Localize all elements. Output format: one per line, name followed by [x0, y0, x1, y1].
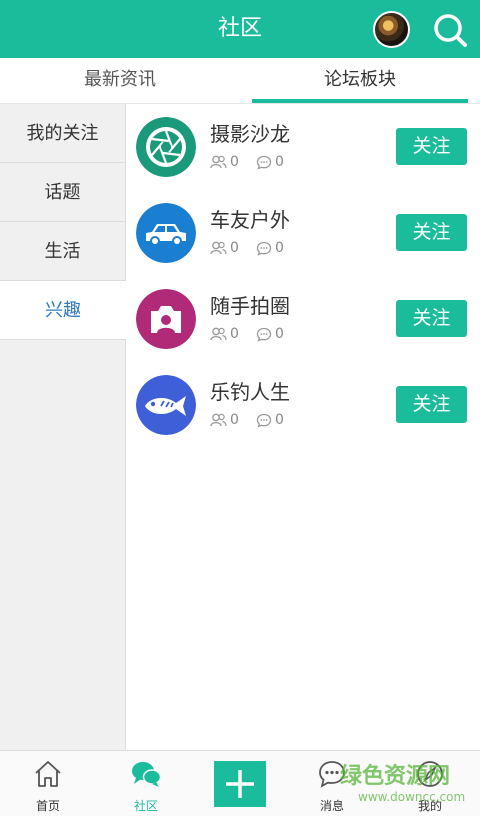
camera-aperture-icon — [136, 117, 196, 177]
car-icon — [136, 203, 196, 263]
member-count: 0 — [210, 240, 239, 256]
watermark-url: www.downcc.com — [358, 790, 466, 804]
member-count: 0 — [210, 412, 239, 428]
follow-button[interactable]: 关注 — [396, 128, 467, 165]
comment-count: 0 — [256, 412, 284, 428]
comment-icon — [256, 241, 272, 256]
watermark-text: 绿色资源网 — [340, 764, 451, 789]
category-sidebar: 我的关注 话题 生活 兴趣 — [0, 104, 126, 750]
add-post-button[interactable] — [214, 761, 266, 807]
members-icon — [210, 241, 227, 255]
chat-bubbles-icon — [132, 762, 161, 787]
tab-forum-sections[interactable]: 论坛板块 — [252, 58, 468, 104]
user-avatar[interactable] — [373, 11, 410, 48]
nav-home[interactable]: 首页 — [0, 751, 96, 816]
forum-name: 乐钓人生 — [210, 380, 290, 404]
app-header: 社区 — [0, 0, 480, 58]
nav-community-label: 社区 — [133, 799, 158, 813]
follow-button[interactable]: 关注 — [396, 300, 467, 337]
active-tab-indicator — [252, 99, 468, 103]
sidebar-item-topics[interactable]: 话题 — [0, 163, 125, 222]
forum-list-item[interactable]: 乐钓人生 0 0 关注 — [126, 362, 480, 448]
forum-list-item[interactable]: 随手拍圈 0 0 关注 — [126, 276, 480, 362]
fish-icon — [136, 375, 196, 435]
home-icon — [35, 761, 61, 787]
comment-count: 0 — [256, 326, 284, 342]
tab-latest-news[interactable]: 最新资讯 — [0, 58, 240, 104]
tab-bar: 最新资讯 论坛板块 — [0, 58, 480, 104]
comment-icon — [256, 413, 272, 428]
members-icon — [210, 327, 227, 341]
follow-button[interactable]: 关注 — [396, 214, 467, 251]
member-count: 0 — [210, 326, 239, 342]
members-icon — [210, 155, 227, 169]
sidebar-item-life[interactable]: 生活 — [0, 222, 125, 281]
forum-name: 随手拍圈 — [210, 294, 290, 318]
nav-home-label: 首页 — [35, 799, 60, 813]
comment-count: 0 — [256, 240, 284, 256]
forum-list-item[interactable]: 车友户外 0 0 关注 — [126, 190, 480, 276]
search-button[interactable] — [432, 12, 468, 48]
comment-icon — [256, 155, 272, 170]
forum-name: 摄影沙龙 — [210, 122, 290, 146]
sidebar-item-interests[interactable]: 兴趣 — [0, 281, 126, 340]
forum-list-item[interactable]: 摄影沙龙 0 0 关注 — [126, 104, 480, 190]
search-icon — [434, 14, 467, 47]
members-icon — [210, 413, 227, 427]
photo-camera-icon — [136, 289, 196, 349]
plus-icon — [226, 770, 254, 798]
forum-name: 车友户外 — [210, 208, 290, 232]
comment-count: 0 — [256, 154, 284, 170]
nav-community[interactable]: 社区 — [98, 751, 194, 816]
member-count: 0 — [210, 154, 239, 170]
comment-icon — [256, 327, 272, 342]
follow-button[interactable]: 关注 — [396, 386, 467, 423]
sidebar-item-my-follows[interactable]: 我的关注 — [0, 104, 125, 163]
